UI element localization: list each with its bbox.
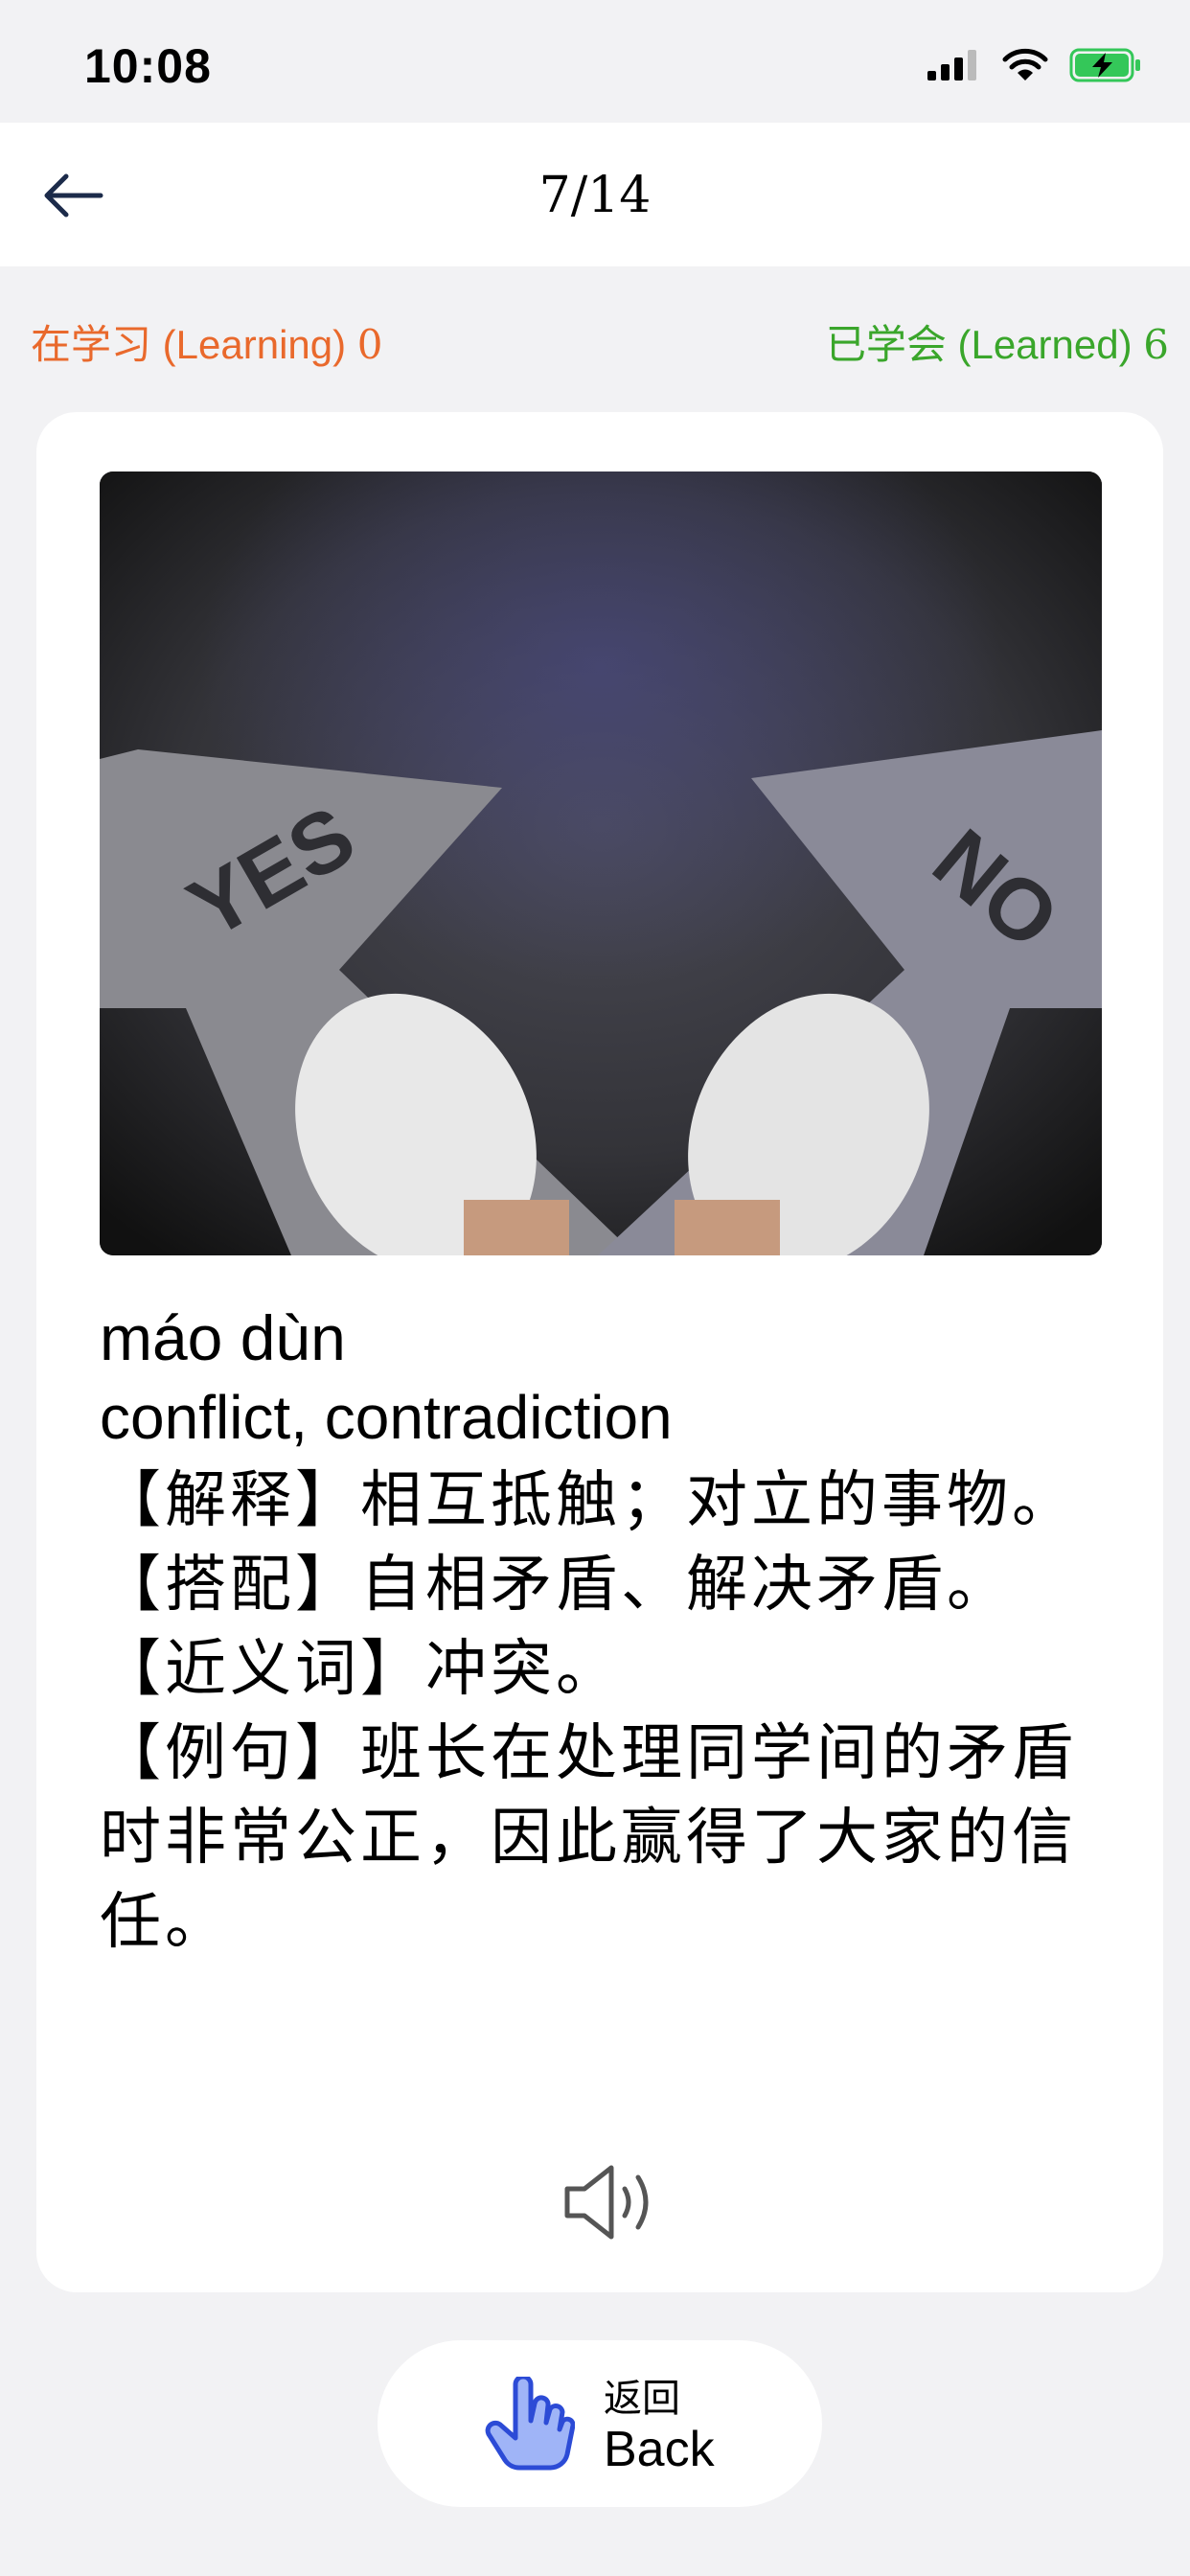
- wifi-icon: [1002, 48, 1048, 80]
- pinyin: máo dùn: [100, 1302, 346, 1373]
- play-audio-button[interactable]: [561, 2162, 667, 2242]
- back-button[interactable]: 返回 Back: [378, 2340, 822, 2507]
- definition-explanation: 【解释】相互抵触；对立的事物。: [100, 1465, 1077, 1536]
- definitions: 【解释】相互抵触；对立的事物。 【搭配】自相矛盾、解决矛盾。 【近义词】冲突。 …: [100, 1459, 1115, 1965]
- hand-pointer-icon: [485, 2377, 575, 2471]
- learning-value: 0: [356, 321, 383, 368]
- definition-synonym: 【近义词】冲突。: [100, 1634, 621, 1705]
- back-label-en: Back: [604, 2422, 715, 2477]
- nav-bar: 7/14: [0, 123, 1190, 266]
- learned-value: 6: [1143, 321, 1169, 368]
- definition-example: 【例句】班长在处理同学间的矛盾时非常公正，因此赢得了大家的信任。: [100, 1718, 1077, 1958]
- progress-title: 7/14: [538, 167, 652, 224]
- back-label-cn: 返回: [604, 2377, 680, 2421]
- learning-label: 在学习 (Learning): [31, 322, 347, 367]
- learned-label: 已学会 (Learned): [825, 322, 1133, 367]
- definition-collocation: 【搭配】自相矛盾、解决矛盾。: [100, 1550, 1012, 1621]
- signal-icon: [927, 50, 976, 80]
- flashcard: YES NO máo dùn conflict, contradiction 【…: [36, 412, 1163, 2292]
- english-meaning: conflict, contradiction: [100, 1383, 673, 1452]
- status-bar: 10:08: [0, 0, 1190, 123]
- status-time: 10:08: [84, 39, 212, 93]
- battery-charging-icon: [1069, 48, 1140, 82]
- status-icons: [927, 48, 1142, 82]
- word-image: YES NO: [100, 472, 1102, 1255]
- learned-count[interactable]: 已学会 (Learned) 6: [826, 312, 1169, 371]
- learning-count[interactable]: 在学习 (Learning) 0: [31, 312, 383, 371]
- speaker-icon: [564, 2165, 649, 2240]
